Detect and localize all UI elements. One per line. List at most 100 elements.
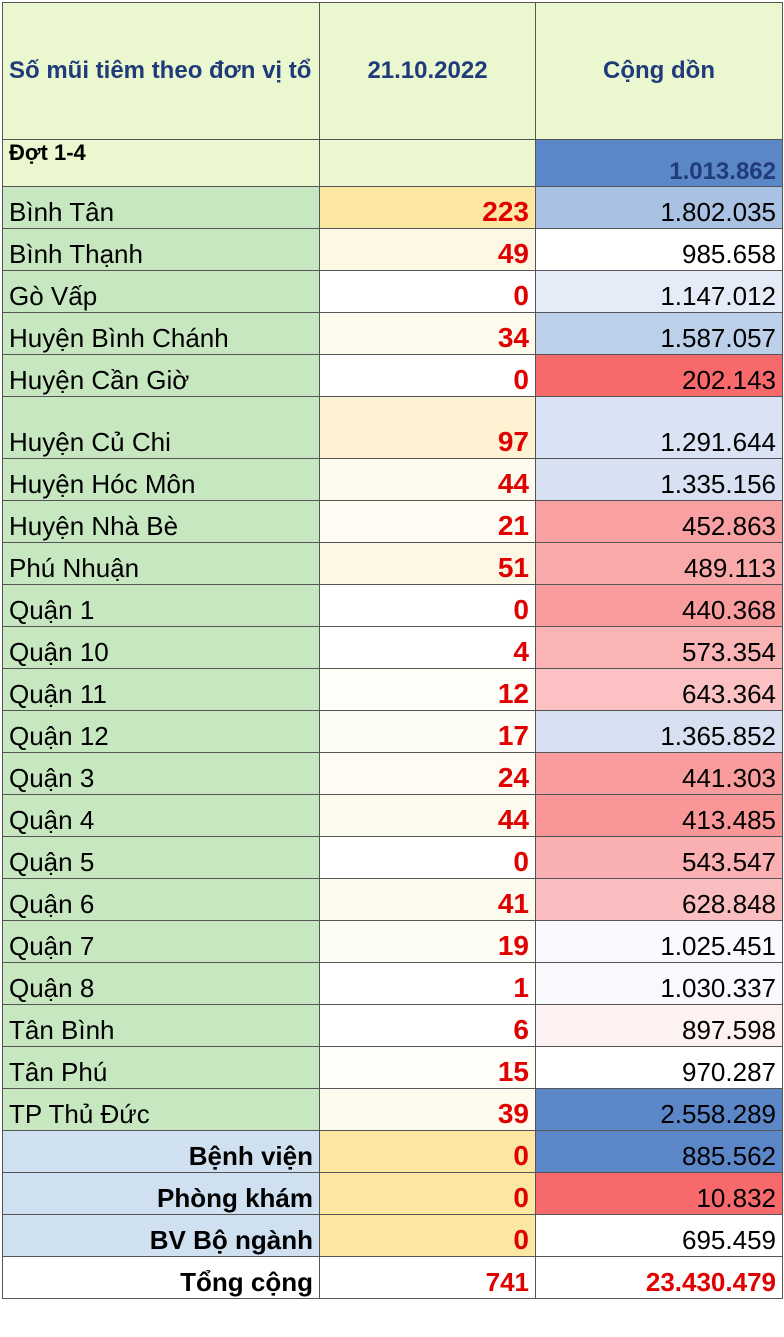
row-daily[interactable]: 17 [319,710,536,753]
row-cumulative[interactable]: 573.354 [535,626,783,669]
row-name[interactable]: Huyện Bình Chánh [2,312,320,355]
institution-row: Phòng khám 0 10.832 [2,1172,783,1215]
row-daily[interactable]: 223 [319,186,536,229]
row-name[interactable]: Gò Vấp [2,270,320,313]
row-name[interactable]: TP Thủ Đức [2,1088,320,1131]
row-cumulative[interactable]: 452.863 [535,500,783,543]
row-name[interactable]: Phú Nhuận [2,542,320,585]
institution-row: BV Bộ ngành 0 695.459 [2,1214,783,1257]
institution-name[interactable]: Bệnh viện [2,1130,320,1173]
institution-name[interactable]: Phòng khám [2,1172,320,1215]
row-daily[interactable]: 12 [319,668,536,711]
table-row: Huyện Cần Giờ 0 202.143 [2,354,783,397]
row-cumulative[interactable]: 1.030.337 [535,962,783,1005]
header-cumulative[interactable]: Cộng dồn [535,2,783,140]
row-cumulative[interactable]: 441.303 [535,752,783,795]
first-row-name[interactable]: Đợt 1-4 [2,139,320,187]
table-row: Quận 6 41 628.848 [2,878,783,921]
total-label[interactable]: Tổng cộng [2,1256,320,1299]
total-daily[interactable]: 741 [319,1256,536,1299]
institution-name[interactable]: BV Bộ ngành [2,1214,320,1257]
header-date[interactable]: 21.10.2022 [319,2,536,140]
row-daily[interactable]: 41 [319,878,536,921]
row-name[interactable]: Quận 10 [2,626,320,669]
institution-cumulative[interactable]: 10.832 [535,1172,783,1215]
row-daily[interactable]: 21 [319,500,536,543]
header-row: Số mũi tiêm theo đơn vị tổ chức tiêm 21.… [2,2,783,140]
table-row: TP Thủ Đức 39 2.558.289 [2,1088,783,1131]
table-row: Quận 12 17 1.365.852 [2,710,783,753]
row-daily[interactable]: 39 [319,1088,536,1131]
row-name[interactable]: Quận 6 [2,878,320,921]
header-unit[interactable]: Số mũi tiêm theo đơn vị tổ chức tiêm [2,2,320,140]
first-row-cumulative[interactable]: 1.013.862 [535,139,783,187]
row-daily[interactable]: 44 [319,458,536,501]
row-cumulative[interactable]: 440.368 [535,584,783,627]
row-daily[interactable]: 0 [319,270,536,313]
institution-daily[interactable]: 0 [319,1130,536,1173]
row-cumulative[interactable]: 489.113 [535,542,783,585]
row-name[interactable]: Quận 5 [2,836,320,879]
row-daily[interactable]: 19 [319,920,536,963]
row-cumulative[interactable]: 897.598 [535,1004,783,1047]
row-name[interactable]: Huyện Hóc Môn [2,458,320,501]
row-cumulative[interactable]: 985.658 [535,228,783,271]
row-name[interactable]: Tân Phú [2,1046,320,1089]
row-daily[interactable]: 15 [319,1046,536,1089]
row-daily[interactable]: 0 [319,836,536,879]
row-name[interactable]: Tân Bình [2,1004,320,1047]
institution-cumulative[interactable]: 885.562 [535,1130,783,1173]
row-daily[interactable]: 6 [319,1004,536,1047]
table-row: Quận 8 1 1.030.337 [2,962,783,1005]
row-daily[interactable]: 4 [319,626,536,669]
row-name[interactable]: Quận 8 [2,962,320,1005]
row-name[interactable]: Bình Tân [2,186,320,229]
row-name[interactable]: Quận 3 [2,752,320,795]
row-cumulative[interactable]: 628.848 [535,878,783,921]
table-row: Quận 5 0 543.547 [2,836,783,879]
row-name[interactable]: Quận 1 [2,584,320,627]
table-row: Huyện Củ Chi 97 1.291.644 [2,396,783,459]
row-cumulative[interactable]: 543.547 [535,836,783,879]
row-daily[interactable]: 1 [319,962,536,1005]
row-name[interactable]: Quận 11 [2,668,320,711]
row-cumulative[interactable]: 1.802.035 [535,186,783,229]
table-row: Phú Nhuận 51 489.113 [2,542,783,585]
row-daily[interactable]: 51 [319,542,536,585]
row-cumulative[interactable]: 1.365.852 [535,710,783,753]
table-row: Quận 4 44 413.485 [2,794,783,837]
table-row: Quận 10 4 573.354 [2,626,783,669]
row-cumulative[interactable]: 413.485 [535,794,783,837]
row-daily[interactable]: 49 [319,228,536,271]
institution-daily[interactable]: 0 [319,1172,536,1215]
row-name[interactable]: Quận 7 [2,920,320,963]
row-cumulative[interactable]: 2.558.289 [535,1088,783,1131]
total-cumulative[interactable]: 23.430.479 [535,1256,783,1299]
row-cumulative[interactable]: 202.143 [535,354,783,397]
row-daily[interactable]: 0 [319,354,536,397]
institution-cumulative[interactable]: 695.459 [535,1214,783,1257]
row-cumulative[interactable]: 1.587.057 [535,312,783,355]
first-row-daily[interactable] [319,139,536,187]
row-cumulative[interactable]: 643.364 [535,668,783,711]
row-cumulative[interactable]: 1.291.644 [535,396,783,459]
row-cumulative[interactable]: 1.025.451 [535,920,783,963]
row-cumulative[interactable]: 1.147.012 [535,270,783,313]
row-daily[interactable]: 44 [319,794,536,837]
row-daily[interactable]: 34 [319,312,536,355]
institution-row: Bệnh viện 0 885.562 [2,1130,783,1173]
institution-daily[interactable]: 0 [319,1214,536,1257]
row-name[interactable]: Quận 12 [2,710,320,753]
row-cumulative[interactable]: 970.287 [535,1046,783,1089]
row-name[interactable]: Huyện Cần Giờ [2,354,320,397]
total-row: Tổng cộng 741 23.430.479 [2,1256,783,1299]
row-cumulative[interactable]: 1.335.156 [535,458,783,501]
row-daily[interactable]: 24 [319,752,536,795]
row-daily[interactable]: 97 [319,396,536,459]
row-daily[interactable]: 0 [319,584,536,627]
row-name[interactable]: Quận 4 [2,794,320,837]
table-row: Huyện Hóc Môn 44 1.335.156 [2,458,783,501]
row-name[interactable]: Huyện Củ Chi [2,396,320,459]
row-name[interactable]: Huyện Nhà Bè [2,500,320,543]
row-name[interactable]: Bình Thạnh [2,228,320,271]
